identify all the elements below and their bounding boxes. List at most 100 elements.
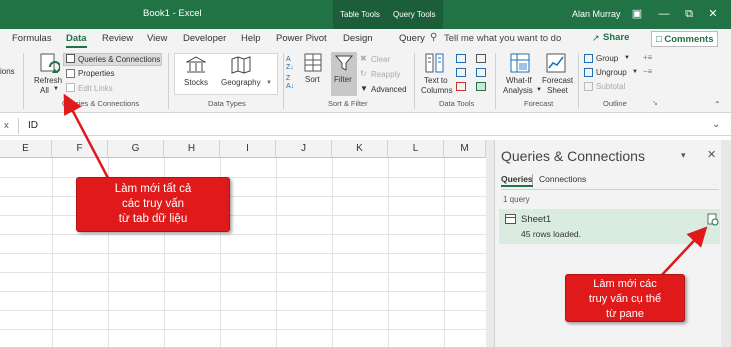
sort-az-icon[interactable]: A Z↓ — [286, 56, 294, 72]
what-if-label-2[interactable]: Analysis — [503, 86, 533, 95]
clear-button[interactable]: Clear — [371, 55, 390, 64]
column-header-j[interactable]: J — [276, 140, 332, 158]
callout-line: Làm mới tất cả — [114, 183, 192, 195]
vertical-scrollbar[interactable] — [486, 140, 494, 347]
tab-power-pivot[interactable]: Power Pivot — [276, 33, 327, 44]
ribbon-separator — [168, 53, 169, 109]
tab-connections[interactable]: Connections — [539, 174, 586, 184]
tab-view[interactable]: View — [147, 33, 167, 44]
group-button[interactable]: Group — [596, 54, 618, 63]
gallery-more-icon[interactable]: ▼ — [266, 80, 272, 86]
chevron-down-icon[interactable]: ▼ — [536, 87, 542, 93]
properties-button[interactable]: Properties — [78, 69, 114, 78]
forecast-sheet-label-2[interactable]: Sheet — [547, 86, 568, 95]
group-label-outline: Outline — [603, 99, 627, 108]
context-tab-query-tools[interactable]: Query Tools — [386, 0, 443, 29]
relationships-icon[interactable] — [476, 68, 486, 77]
minimize-icon[interactable]: — — [655, 5, 673, 23]
ribbon-separator — [414, 53, 415, 109]
tab-design[interactable]: Design — [343, 33, 373, 44]
tab-developer[interactable]: Developer — [183, 33, 226, 44]
edit-links-button[interactable]: Edit Links — [78, 84, 113, 93]
ungroup-icon — [584, 68, 593, 77]
reapply-button[interactable]: Reapply — [371, 70, 400, 79]
grid-line — [0, 196, 486, 197]
filter-button[interactable]: Filter — [334, 75, 352, 84]
text-to-columns-icon — [425, 53, 444, 73]
query-item-sheet1[interactable]: Sheet1 45 rows loaded. — [499, 209, 720, 244]
grid-line — [0, 310, 486, 311]
hide-detail-icon[interactable]: −≡ — [643, 67, 652, 76]
callout-refresh-query: Làm mới các truy vấn cụ thể từ pane — [565, 274, 685, 322]
flash-fill-icon[interactable] — [456, 54, 466, 63]
formula-input[interactable]: ID — [28, 120, 38, 131]
close-icon[interactable]: ✕ — [704, 5, 722, 23]
grid-line — [0, 291, 486, 292]
ungroup-button[interactable]: Ungroup — [596, 68, 627, 77]
chevron-down-icon[interactable]: ▼ — [624, 55, 630, 61]
chevron-down-icon[interactable]: ▼ — [632, 69, 638, 75]
forecast-sheet-icon — [546, 53, 566, 73]
collapse-ribbon-icon[interactable]: ⌃ — [714, 100, 721, 109]
tell-me-search[interactable]: Tell me what you want to do — [444, 33, 561, 44]
tab-review[interactable]: Review — [102, 33, 133, 44]
group-label-forecast: Forecast — [524, 99, 554, 108]
share-button[interactable]: Share — [603, 32, 629, 43]
tab-formulas[interactable]: Formulas — [12, 33, 52, 44]
sort-icon — [304, 53, 322, 72]
ribbon-display-icon[interactable]: ▣ — [628, 5, 646, 23]
dialog-launcher-icon[interactable]: ↘ — [652, 99, 658, 107]
pane-close-icon[interactable]: ✕ — [707, 148, 716, 161]
column-header-m[interactable]: M — [444, 140, 486, 158]
queries-connections-button[interactable]: Queries & Connections — [78, 55, 160, 64]
expand-formula-icon[interactable]: ⌄ — [712, 119, 720, 130]
tab-data[interactable]: Data — [66, 33, 87, 48]
remove-duplicates-icon[interactable] — [456, 68, 466, 77]
stocks-button[interactable]: Stocks — [184, 78, 208, 87]
column-header-i[interactable]: I — [220, 140, 276, 158]
column-header-e[interactable]: E — [0, 140, 52, 158]
query-name[interactable]: Sheet1 — [521, 214, 551, 225]
tab-queries[interactable]: Queries — [501, 174, 533, 187]
fx-label[interactable]: x — [4, 120, 9, 131]
sort-za-icon[interactable]: Z A↓ — [286, 75, 294, 91]
column-header-l[interactable]: L — [388, 140, 444, 158]
forecast-sheet-label-1[interactable]: Forecast — [542, 76, 573, 85]
column-header-g[interactable]: G — [108, 140, 164, 158]
comments-button[interactable]: □ Comments — [651, 31, 719, 47]
data-model-icon[interactable] — [476, 82, 486, 91]
data-validation-icon[interactable] — [456, 82, 466, 91]
geography-button[interactable]: Geography — [221, 78, 261, 87]
grid-line — [0, 253, 486, 254]
text-to-columns-label-2[interactable]: Columns — [421, 86, 453, 95]
ribbon-tabs: Formulas Data Review View Developer Help… — [0, 29, 731, 49]
sort-button[interactable]: Sort — [305, 75, 320, 84]
text-to-columns-label-1[interactable]: Text to — [424, 76, 448, 85]
column-header-h[interactable]: H — [164, 140, 220, 158]
context-tab-table-tools[interactable]: Table Tools — [333, 0, 387, 29]
callout-line: từ tab dữ liệu — [118, 213, 188, 225]
chevron-down-icon[interactable]: ▼ — [53, 86, 59, 92]
pane-scrollbar[interactable] — [721, 140, 731, 347]
what-if-icon — [510, 53, 530, 73]
tab-query[interactable]: Query — [399, 33, 425, 44]
column-header-k[interactable]: K — [332, 140, 388, 158]
properties-icon — [66, 69, 75, 78]
what-if-label-1[interactable]: What-If — [506, 76, 532, 85]
refresh-all-label-2[interactable]: All — [40, 86, 49, 95]
consolidate-icon[interactable] — [476, 54, 486, 63]
group-label-datatypes: Data Types — [208, 99, 246, 108]
pane-menu-icon[interactable]: ▾ — [681, 150, 686, 161]
refresh-all-label-1[interactable]: Refresh — [34, 76, 62, 85]
restore-icon[interactable]: ⧉ — [680, 5, 698, 23]
column-header-f[interactable]: F — [52, 140, 108, 158]
refresh-query-icon[interactable] — [707, 213, 719, 226]
subtotal-button[interactable]: Subtotal — [596, 82, 625, 91]
user-name[interactable]: Alan Murray — [572, 9, 621, 19]
ribbon-separator — [578, 53, 579, 109]
advanced-button[interactable]: Advanced — [371, 85, 407, 94]
tab-help[interactable]: Help — [241, 33, 261, 44]
refresh-all-icon[interactable] — [38, 53, 60, 75]
show-detail-icon[interactable]: +≡ — [643, 53, 652, 62]
worksheet-grid[interactable]: E F G H I J K L M — [0, 140, 486, 347]
